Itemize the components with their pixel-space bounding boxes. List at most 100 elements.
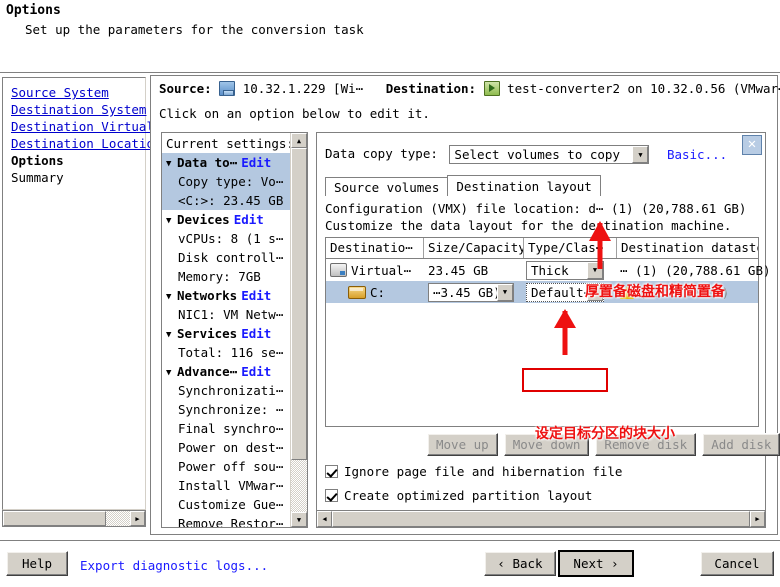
tree-item-memory[interactable]: Memory: 7GB <box>162 267 290 286</box>
help-button[interactable]: Help <box>6 551 68 576</box>
source-value: 10.32.1.229 [Wi⋯ <box>243 81 363 96</box>
export-diagnostic-logs-link[interactable]: Export diagnostic logs... <box>80 558 268 573</box>
table-header-row: Destinatio⋯ Size/Capacity Type/Clas⋯ Des… <box>326 238 758 259</box>
tree-item-power-on-destination[interactable]: Power on dest⋯ <box>162 438 290 457</box>
settings-scroll-track[interactable] <box>291 148 307 512</box>
editor-scroll-thumb[interactable] <box>332 511 750 527</box>
editor-scroll-left-icon[interactable]: ◀ <box>317 511 332 527</box>
tree-item-copy-type[interactable]: Copy type: Vo⋯ <box>162 172 290 191</box>
close-icon[interactable]: ✕ <box>742 135 762 155</box>
tree-item-synchronize[interactable]: Synchronize: ⋯ <box>162 400 290 419</box>
volume-size-select[interactable]: ⋯3.45 GB) ▼ <box>428 283 514 302</box>
annotation-arrow-up-to-type-column <box>580 221 620 283</box>
tree-item-disk-controller[interactable]: Disk controll⋯ <box>162 248 290 267</box>
tree-item-customize-guest[interactable]: Customize Gue⋯ <box>162 495 290 514</box>
editor-scroll-right-icon[interactable]: ▶ <box>750 511 765 527</box>
basic-options-link[interactable]: Basic... <box>667 147 727 162</box>
checkbox-icon[interactable] <box>325 465 338 478</box>
tab-source-volumes[interactable]: Source volumes <box>325 177 448 196</box>
sidebar-item-source-system[interactable]: Source System <box>7 84 145 101</box>
ignore-page-file-checkbox-row[interactable]: Ignore page file and hibernation file <box>325 464 622 479</box>
sidebar-item-destination-location[interactable]: Destination Location <box>7 135 145 152</box>
sidebar-item-destination-virtual-machine[interactable]: Destination Virtual M <box>7 118 145 135</box>
tree-item-services-total[interactable]: Total: 116 se⋯ <box>162 343 290 362</box>
volume-cluster-size-value: Default⋯ <box>527 285 587 300</box>
customize-layout-text: Customize the data layout for the destin… <box>325 218 731 233</box>
chevron-down-icon[interactable]: ▼ <box>497 284 513 301</box>
add-disk-button[interactable]: Add disk <box>702 433 780 456</box>
row-name: C: <box>370 285 385 300</box>
tree-group-advanced[interactable]: ▼Advance⋯Edit <box>162 362 290 381</box>
cell-size-capacity: ⋯3.45 GB) ▼ <box>424 283 524 302</box>
create-optimized-partition-label: Create optimized partition layout <box>344 488 592 503</box>
settings-scroll-thumb[interactable] <box>291 148 307 460</box>
scroll-down-icon[interactable]: ▼ <box>291 512 307 527</box>
tree-label: Networks <box>177 288 237 303</box>
edit-link-data-to-copy[interactable]: Edit <box>241 155 271 170</box>
nav-horizontal-scrollbar[interactable]: ▶ <box>2 510 146 527</box>
tree-item-remove-restore-checkpoints[interactable]: Remove Restor⋯ <box>162 514 290 527</box>
chevron-down-icon[interactable]: ▼ <box>632 146 648 163</box>
layout-tabs: Source volumes Destination layout <box>325 175 600 196</box>
nav-scroll-right-icon[interactable]: ▶ <box>130 511 145 526</box>
tree-item-final-synchronization[interactable]: Final synchro⋯ <box>162 419 290 438</box>
tree-item-vcpus[interactable]: vCPUs: 8 (1 s⋯ <box>162 229 290 248</box>
tree-item-install-vmware-tools[interactable]: Install VMwar⋯ <box>162 476 290 495</box>
edit-link-devices[interactable]: Edit <box>234 212 264 227</box>
disk-type-value: Thick <box>527 263 573 278</box>
data-copy-type-row: Data copy type: Select volumes to copy ▼… <box>325 145 727 164</box>
wizard-footer: Help Export diagnostic logs... ‹ Back Ne… <box>0 540 780 587</box>
sidebar-item-summary[interactable]: Summary <box>7 169 145 186</box>
edit-link-networks[interactable]: Edit <box>241 288 271 303</box>
content-frame: Source System Destination System Destina… <box>0 72 780 540</box>
column-header-size-capacity[interactable]: Size/Capacity <box>424 238 524 258</box>
wizard-step-nav: Source System Destination System Destina… <box>2 77 146 510</box>
table-row[interactable]: Virtual⋯ 23.45 GB Thick ▼ ⋯ (1) (20,788.… <box>326 259 758 281</box>
annotation-thick-thin-provisioning: 厚置备磁盘和精简置备 <box>585 281 725 301</box>
data-copy-type-value: Select volumes to copy <box>450 147 624 162</box>
nav-scroll-thumb[interactable] <box>3 511 106 526</box>
next-button[interactable]: Next › <box>558 550 634 577</box>
current-settings-tree: Current settings: ▼Data to⋯Edit Copy typ… <box>162 133 290 527</box>
column-header-destination[interactable]: Destinatio⋯ <box>326 238 424 258</box>
create-optimized-partition-checkbox-row[interactable]: Create optimized partition layout <box>325 488 592 503</box>
monitor-icon <box>219 81 235 96</box>
nav-scroll-track[interactable] <box>3 511 130 526</box>
back-button[interactable]: ‹ Back <box>484 551 556 576</box>
tree-label: Advance⋯ <box>177 364 237 379</box>
data-copy-type-label: Data copy type: <box>325 146 438 161</box>
tree-group-services[interactable]: ▼ServicesEdit <box>162 324 290 343</box>
cell-destination-name: C: <box>326 285 424 300</box>
edit-link-services[interactable]: Edit <box>241 326 271 341</box>
tree-item-power-off-source[interactable]: Power off sou⋯ <box>162 457 290 476</box>
cancel-button[interactable]: Cancel <box>700 551 774 576</box>
editor-horizontal-scrollbar[interactable]: ◀ ▶ <box>317 510 765 527</box>
tree-group-data-to-copy[interactable]: ▼Data to⋯Edit <box>162 153 290 172</box>
settings-vertical-scrollbar[interactable]: ▲ ▼ <box>290 133 307 527</box>
sidebar-item-options[interactable]: Options <box>7 152 145 169</box>
destination-label: Destination: <box>386 81 476 96</box>
editor-scroll-track[interactable] <box>332 511 750 527</box>
destination-layout-table: Destinatio⋯ Size/Capacity Type/Clas⋯ Des… <box>325 237 759 427</box>
edit-hint: Click on an option below to edit it. <box>159 106 430 121</box>
data-copy-type-select[interactable]: Select volumes to copy ▼ <box>449 145 649 164</box>
checkbox-icon[interactable] <box>325 489 338 502</box>
tree-group-networks[interactable]: ▼NetworksEdit <box>162 286 290 305</box>
wizard-header: Options Set up the parameters for the co… <box>0 0 780 72</box>
sidebar-item-destination-system[interactable]: Destination System <box>7 101 145 118</box>
move-up-button[interactable]: Move up <box>427 433 498 456</box>
tree-item-nic1[interactable]: NIC1: VM Netw⋯ <box>162 305 290 324</box>
tree-item-synchronization[interactable]: Synchronizati⋯ <box>162 381 290 400</box>
source-label: Source: <box>159 81 212 96</box>
tree-item-volume-c[interactable]: <C:>: 23.45 GB <box>162 191 290 210</box>
cell-destination-datastore: ⋯ (1) (20,788.61 GB) <box>617 263 758 278</box>
scroll-up-icon[interactable]: ▲ <box>291 133 307 148</box>
ignore-page-file-label: Ignore page file and hibernation file <box>344 464 622 479</box>
row-name: Virtual⋯ <box>351 263 411 278</box>
tree-group-devices[interactable]: ▼DevicesEdit <box>162 210 290 229</box>
column-header-destination-datastore[interactable]: Destination datasto⋯ <box>617 238 758 258</box>
edit-link-advanced[interactable]: Edit <box>241 364 271 379</box>
annotation-arrow-up-to-default-combo <box>548 309 582 363</box>
tab-destination-layout[interactable]: Destination layout <box>447 175 600 196</box>
thick-type-highlight-box <box>522 368 608 392</box>
